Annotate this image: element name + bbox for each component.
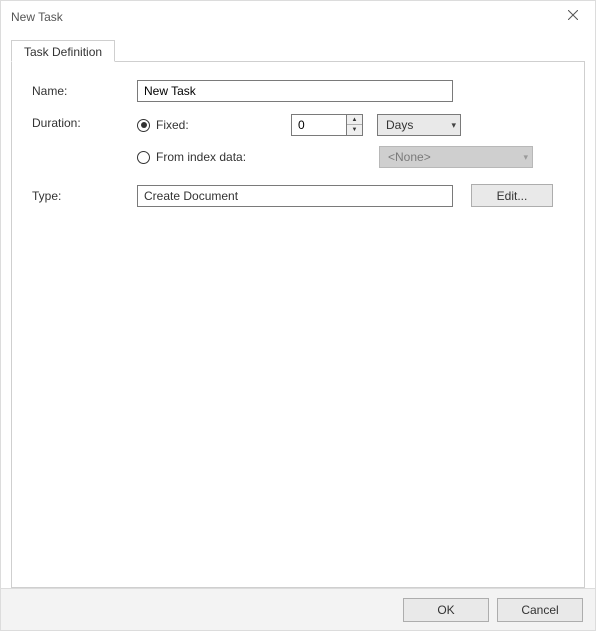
chevron-down-icon: ▾ [451,120,456,131]
spinner-up[interactable]: ▲ [347,115,362,125]
tab-task-definition[interactable]: Task Definition [11,40,115,62]
close-icon [568,10,578,20]
index-data-value: <None> [388,150,431,164]
chevron-down-icon: ▾ [523,152,528,163]
tab-container: Task Definition Name: Duration: [11,39,585,588]
type-value: Create Document [144,189,238,203]
dialog-footer: OK Cancel [1,588,595,630]
spinner-buttons: ▲ ▼ [347,114,363,136]
tab-strip: Task Definition [11,39,585,61]
row-duration: Duration: Fixed: ▲ ▼ [32,112,564,170]
name-label: Name: [32,84,137,98]
duration-fixed-line: Fixed: ▲ ▼ Days ▾ [137,112,533,138]
duration-unit-value: Days [386,118,413,132]
cancel-button-label: Cancel [521,603,558,617]
dialog-window: New Task Task Definition Name: [0,0,596,631]
title-bar: New Task [1,1,595,33]
duration-label: Duration: [32,112,137,130]
ok-button[interactable]: OK [403,598,489,622]
name-input[interactable] [137,80,453,102]
duration-spinner[interactable]: ▲ ▼ [291,114,363,136]
ok-button-label: OK [437,603,454,617]
duration-index-line: From index data: <None> ▾ [137,144,533,170]
tab-label: Task Definition [24,45,102,59]
spinner-down[interactable]: ▼ [347,125,362,135]
radio-from-index[interactable] [137,151,150,164]
cancel-button[interactable]: Cancel [497,598,583,622]
window-title: New Task [11,10,63,24]
row-type: Type: Create Document Edit... [32,184,564,207]
radio-fixed[interactable] [137,119,150,132]
duration-value-input[interactable] [291,114,347,136]
tab-body: Name: Duration: Fixed: [11,61,585,588]
edit-button[interactable]: Edit... [471,184,553,207]
duration-unit-combo[interactable]: Days ▾ [377,114,461,136]
type-label: Type: [32,189,137,203]
radio-fixed-label: Fixed: [156,118,189,132]
radio-from-index-label: From index data: [156,150,246,164]
close-button[interactable] [550,1,595,29]
edit-button-label: Edit... [497,189,528,203]
index-data-combo: <None> ▾ [379,146,533,168]
type-display: Create Document [137,185,453,207]
row-name: Name: [32,80,564,102]
